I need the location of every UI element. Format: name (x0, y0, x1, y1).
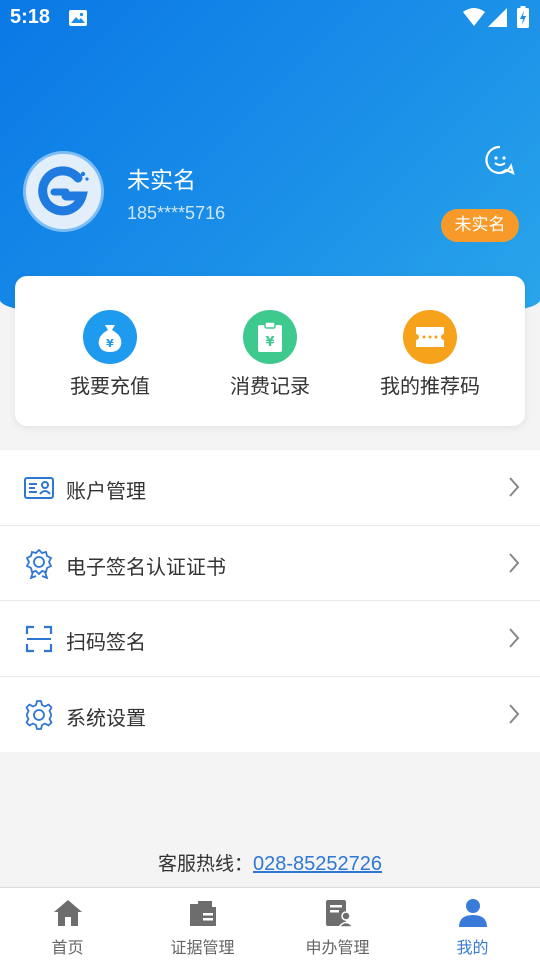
svg-text:¥: ¥ (265, 335, 274, 350)
profile-name: 未实名 (127, 168, 196, 194)
chevron-right-icon (508, 627, 520, 653)
quick-action-consumption[interactable]: ¥ 消费记录 (190, 310, 350, 399)
menu-item-scan-sign[interactable]: 扫码签名 (0, 601, 540, 677)
receipt-clipboard-icon: ¥ (243, 310, 297, 364)
quick-action-label: 消费记录 (230, 374, 310, 398)
customer-hotline: 客服热线：028-85252726 (0, 849, 540, 876)
tab-application[interactable]: 申办管理 (270, 888, 405, 960)
status-time: 5:18 (10, 6, 51, 28)
tab-label: 申办管理 (305, 938, 370, 957)
app-logo-icon (26, 154, 101, 229)
home-icon (0, 896, 135, 930)
money-bag-icon: ¥ (83, 310, 137, 364)
certificate-badge-icon (24, 548, 54, 580)
menu-item-account[interactable]: 账户管理 (0, 450, 540, 526)
gear-icon (24, 699, 54, 730)
settings-menu: 账户管理 电子签名认证证书 扫码签名 系统设置 (0, 450, 540, 752)
evidence-folder-icon (135, 896, 270, 930)
quick-actions-card: ¥ 我要充值 ¥ 消费记录 我的推荐码 (15, 276, 525, 426)
bottom-tab-bar: 首页 证据管理 申办管理 我的 (0, 887, 540, 960)
menu-item-settings[interactable]: 系统设置 (0, 677, 540, 753)
hotline-number-link[interactable]: 028-85252726 (253, 853, 382, 875)
avatar[interactable] (23, 151, 104, 232)
tab-label: 我的 (456, 938, 489, 957)
tab-label: 证据管理 (170, 938, 235, 957)
hotline-label: 客服热线： (157, 853, 253, 875)
tab-home[interactable]: 首页 (0, 888, 135, 960)
wifi-icon (463, 8, 485, 30)
status-bar: 5:18 (0, 0, 540, 36)
tab-mine[interactable]: 我的 (405, 888, 540, 960)
menu-item-label: 扫码签名 (66, 630, 146, 654)
signal-icon (488, 8, 507, 31)
message-chat-icon[interactable] (485, 145, 515, 179)
menu-item-certificate[interactable]: 电子签名认证证书 (0, 526, 540, 601)
chevron-right-icon (508, 476, 520, 502)
chevron-right-icon (508, 703, 520, 729)
profile-phone: 185****5716 (127, 203, 226, 223)
scan-icon (24, 624, 54, 654)
image-notification-icon (69, 10, 87, 30)
quick-action-referral[interactable]: 我的推荐码 (350, 310, 510, 399)
quick-action-label: 我要充值 (70, 374, 150, 398)
application-doc-icon (270, 896, 405, 930)
tab-label: 首页 (51, 938, 84, 957)
tab-evidence[interactable]: 证据管理 (135, 888, 270, 960)
quick-action-recharge[interactable]: ¥ 我要充值 (30, 310, 190, 399)
svg-text:¥: ¥ (106, 337, 114, 350)
chevron-right-icon (508, 552, 520, 578)
ticket-icon (403, 310, 457, 364)
realname-status-badge[interactable]: 未实名 (441, 209, 519, 242)
menu-item-label: 系统设置 (66, 705, 146, 730)
menu-item-label: 账户管理 (66, 479, 146, 503)
battery-charging-icon (517, 6, 529, 32)
menu-item-label: 电子签名认证证书 (66, 554, 226, 579)
quick-action-label: 我的推荐码 (380, 374, 480, 398)
account-card-icon (24, 473, 54, 503)
user-icon (405, 896, 540, 930)
